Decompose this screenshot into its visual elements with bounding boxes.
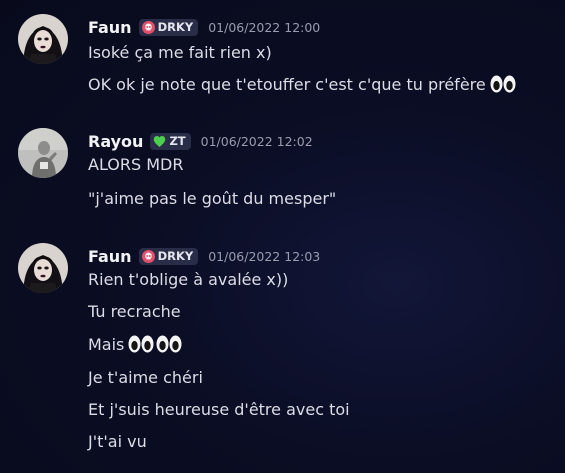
message-text: "j'aime pas le goût du mesper" bbox=[88, 189, 337, 208]
avatar[interactable] bbox=[18, 14, 68, 64]
avatar[interactable] bbox=[18, 243, 68, 293]
tag-label: DRKY bbox=[157, 20, 194, 34]
message-header: Faun DRKY 01/06/2022 12:00 bbox=[88, 16, 320, 38]
message-line: OK ok je note que t'etouffer c'est c'que… bbox=[88, 74, 516, 96]
goth-avatar-image bbox=[18, 14, 68, 64]
message-line: J't'ai vu bbox=[88, 431, 147, 453]
server-tag[interactable]: ZT bbox=[150, 132, 191, 150]
message-text: Mais bbox=[88, 335, 125, 354]
message-line: Je t'aime chéri bbox=[88, 367, 203, 389]
message-text: Isoké ça me fait rien x) bbox=[88, 43, 272, 62]
message-text: Je t'aime chéri bbox=[88, 368, 203, 387]
message-line: Mais bbox=[88, 334, 182, 356]
message-line: Et j'suis heureuse d'être avec toi bbox=[88, 399, 350, 421]
skull-icon bbox=[141, 20, 155, 34]
username[interactable]: Faun bbox=[88, 247, 132, 266]
message-text: ALORS MDR bbox=[88, 155, 184, 174]
tag-label: ZT bbox=[169, 134, 186, 148]
message-text: OK ok je note que t'etouffer c'est c'que… bbox=[88, 75, 486, 94]
message-header: Faun DRKY 01/06/2022 12:03 bbox=[88, 245, 320, 267]
message-text: J't'ai vu bbox=[88, 432, 147, 451]
timestamp: 01/06/2022 12:02 bbox=[200, 133, 313, 149]
skull-icon bbox=[141, 249, 155, 263]
avatar[interactable] bbox=[18, 128, 68, 178]
server-tag[interactable]: DRKY bbox=[138, 18, 199, 36]
message-line: Isoké ça me fait rien x) bbox=[88, 42, 272, 64]
username[interactable]: Faun bbox=[88, 18, 132, 37]
chat-messages: Faun DRKY 01/06/2022 12:00 Isoké ça me f… bbox=[0, 0, 565, 473]
username[interactable]: Rayou bbox=[88, 132, 143, 151]
message-line: Tu recrache bbox=[88, 301, 181, 323]
eyes-icon bbox=[490, 75, 516, 93]
server-tag[interactable]: DRKY bbox=[138, 247, 199, 265]
timestamp: 01/06/2022 12:00 bbox=[208, 19, 321, 35]
goth-avatar-image bbox=[18, 243, 68, 293]
eyes-icon bbox=[128, 335, 154, 353]
message-text: Tu recrache bbox=[88, 302, 181, 321]
eyes-icon bbox=[156, 335, 182, 353]
timestamp: 01/06/2022 12:03 bbox=[208, 248, 321, 264]
message-text: Et j'suis heureuse d'être avec toi bbox=[88, 400, 350, 419]
message-header: Rayou ZT 01/06/2022 12:02 bbox=[88, 130, 313, 152]
tag-label: DRKY bbox=[157, 249, 194, 263]
green-heart-icon bbox=[154, 135, 166, 147]
message-text: Rien t'oblige à avalée x)) bbox=[88, 270, 289, 289]
message-line: Rien t'oblige à avalée x)) bbox=[88, 269, 288, 291]
message-line: ALORS MDR bbox=[88, 154, 183, 176]
grey-avatar-image bbox=[18, 128, 68, 178]
message-line: "j'aime pas le goût du mesper" bbox=[88, 188, 336, 210]
